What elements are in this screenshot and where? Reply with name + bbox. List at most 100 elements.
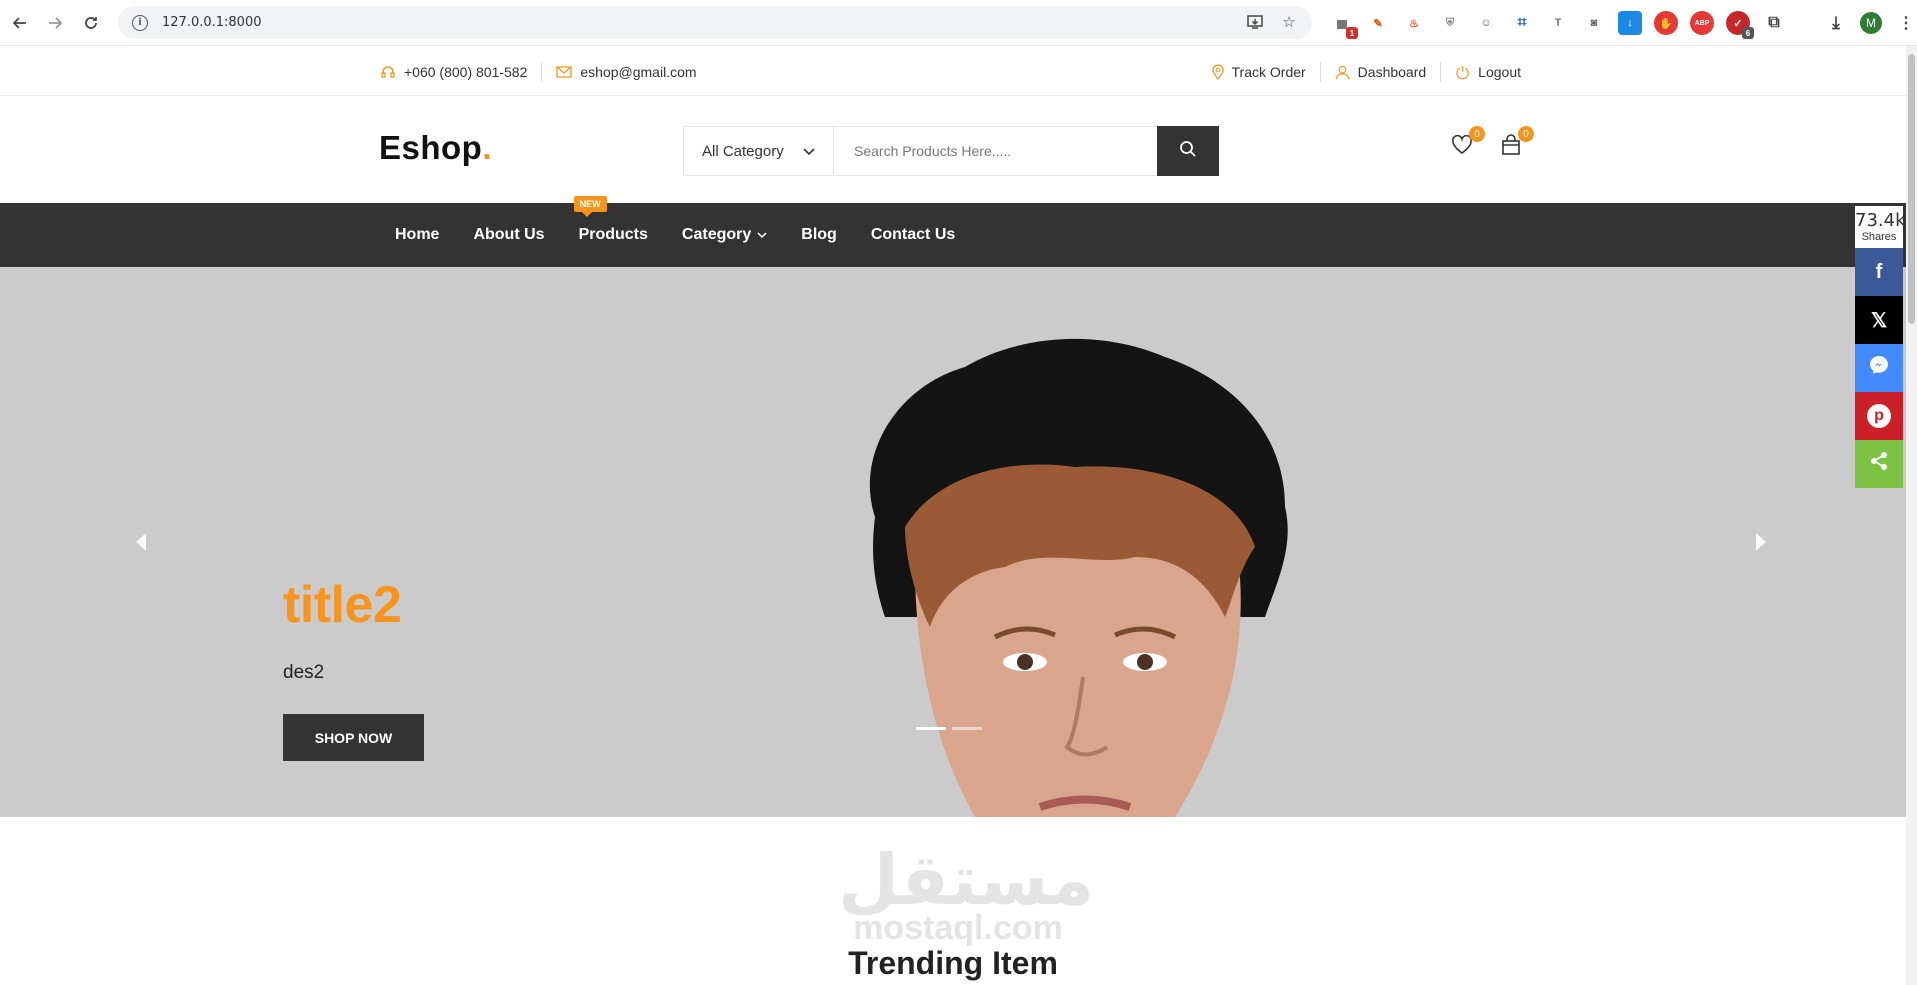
pinterest-share-button[interactable]: p bbox=[1855, 392, 1903, 440]
hero-title: title2 bbox=[283, 576, 402, 634]
email-contact[interactable]: eshop@gmail.com bbox=[556, 64, 697, 80]
nav-home-label: Home bbox=[395, 226, 440, 243]
prev-slide-arrow[interactable] bbox=[133, 529, 149, 560]
hero-model-image bbox=[869, 338, 1288, 817]
text-extension-icon[interactable]: T bbox=[1546, 11, 1570, 35]
nav-about-label: About Us bbox=[473, 226, 545, 243]
downloads-icon[interactable]: ⤓ bbox=[1824, 11, 1848, 35]
divider bbox=[1440, 62, 1442, 82]
nav-category[interactable]: Category bbox=[665, 226, 784, 244]
cart-button[interactable]: 0 bbox=[1498, 126, 1534, 160]
location-pin-icon bbox=[1211, 64, 1224, 80]
nav-products[interactable]: NEW Products bbox=[562, 196, 665, 244]
browser-toolbar: i 127.0.0.1:8000 ☆ 1 ✎ ♨ ⛨ ☺ ⌗ T ◙ ↓ ✋ A… bbox=[0, 0, 1917, 46]
address-bar[interactable]: i 127.0.0.1:8000 ☆ bbox=[118, 6, 1312, 39]
menu-kebab-icon[interactable]: ⋮ bbox=[1894, 11, 1917, 35]
divider bbox=[541, 62, 543, 82]
chevron-down-icon bbox=[757, 226, 767, 244]
mostaql-watermark: مستقل mostaql.com bbox=[838, 839, 1095, 948]
nav-home[interactable]: Home bbox=[379, 226, 456, 244]
section-title: Trending Item bbox=[848, 945, 1058, 981]
bookmark-star-icon[interactable]: ☆ bbox=[1280, 13, 1298, 31]
site-logo[interactable]: Eshop. bbox=[379, 129, 493, 167]
phone-number: +060 (800) 801-582 bbox=[404, 64, 528, 80]
next-slide-arrow[interactable] bbox=[1753, 529, 1769, 560]
hero-description: des2 bbox=[283, 662, 325, 683]
reload-icon[interactable] bbox=[73, 5, 109, 41]
share-count-number: 73.4k bbox=[1855, 210, 1906, 231]
logo-text: Eshop bbox=[379, 129, 483, 166]
face-extension-icon[interactable]: ☺ bbox=[1474, 11, 1498, 35]
envelope-icon bbox=[556, 66, 573, 78]
watermark-arabic: مستقل bbox=[838, 839, 1095, 921]
site-header: Eshop. All Category 0 0 bbox=[0, 96, 1906, 203]
adblock-icon[interactable]: ABP bbox=[1690, 11, 1714, 35]
fire-extension-icon[interactable]: ♨ bbox=[1402, 11, 1426, 35]
phone-contact[interactable]: +060 (800) 801-582 bbox=[380, 64, 527, 80]
back-icon[interactable] bbox=[2, 5, 38, 41]
camera-icon[interactable]: ◙ bbox=[1582, 11, 1606, 35]
category-select-value: All Category bbox=[702, 142, 784, 160]
forward-icon[interactable] bbox=[37, 5, 73, 41]
facebook-share-button[interactable]: f bbox=[1855, 248, 1903, 296]
page-scrollbar[interactable] bbox=[1906, 46, 1917, 985]
shield-extension-icon[interactable]: ✓ 6 bbox=[1726, 11, 1754, 39]
messenger-icon bbox=[1868, 354, 1890, 382]
install-app-icon[interactable] bbox=[1246, 13, 1264, 31]
social-share-bar: 73.4k Shares f 𝕏 p bbox=[1855, 206, 1906, 488]
nav-contact-us[interactable]: Contact Us bbox=[854, 226, 972, 244]
slide-indicator-2[interactable] bbox=[952, 727, 982, 730]
cart-count-badge: 0 bbox=[1518, 126, 1534, 142]
logo-dot: . bbox=[482, 129, 493, 166]
extension-badge: 1 bbox=[1346, 27, 1358, 39]
track-order-link[interactable]: Track Order bbox=[1211, 64, 1306, 80]
x-share-button[interactable]: 𝕏 bbox=[1855, 296, 1903, 344]
search-form: All Category bbox=[683, 126, 1219, 176]
nav-about-us[interactable]: About Us bbox=[456, 226, 561, 244]
email-address: eshop@gmail.com bbox=[580, 64, 697, 80]
logout-link[interactable]: Logout bbox=[1455, 64, 1521, 80]
search-button[interactable] bbox=[1157, 126, 1219, 176]
profile-avatar[interactable]: M bbox=[1860, 12, 1882, 34]
site-info-icon[interactable]: i bbox=[132, 14, 148, 31]
shield-icon[interactable]: ⛨ bbox=[1438, 11, 1462, 35]
nav-blog[interactable]: Blog bbox=[784, 226, 854, 244]
search-input[interactable] bbox=[834, 127, 1157, 175]
power-icon bbox=[1455, 65, 1470, 80]
puzzle-extensions-icon[interactable]: ⧉ bbox=[1762, 11, 1786, 35]
share-count-label: Shares bbox=[1861, 231, 1897, 243]
extension-icon[interactable]: 1 bbox=[1330, 11, 1358, 39]
crop-icon[interactable]: ⌗ bbox=[1510, 11, 1534, 35]
stop-extension-icon[interactable]: ✋ bbox=[1654, 11, 1678, 35]
shop-now-button[interactable]: SHOP NOW bbox=[283, 714, 424, 761]
share-count: 73.4k Shares bbox=[1855, 206, 1906, 248]
nav-blog-label: Blog bbox=[801, 226, 837, 243]
pinterest-icon: p bbox=[1867, 404, 1891, 428]
share-icon bbox=[1869, 451, 1889, 477]
new-badge: NEW bbox=[573, 196, 607, 217]
slider-indicators bbox=[916, 727, 982, 730]
nav-products-label: Products bbox=[578, 226, 648, 243]
top-info-bar: +060 (800) 801-582 eshop@gmail.com Track… bbox=[0, 46, 1906, 96]
divider bbox=[1319, 62, 1321, 82]
headset-icon bbox=[380, 64, 396, 80]
nav-contact-label: Contact Us bbox=[870, 226, 956, 243]
color-picker-icon[interactable]: ✎ bbox=[1366, 11, 1390, 35]
messenger-share-button[interactable] bbox=[1855, 344, 1903, 392]
category-select[interactable]: All Category bbox=[684, 127, 834, 175]
wishlist-count-badge: 0 bbox=[1469, 126, 1485, 142]
x-twitter-icon: 𝕏 bbox=[1870, 309, 1888, 332]
nav-category-label: Category bbox=[681, 226, 752, 243]
scrollbar-thumb[interactable] bbox=[1908, 54, 1915, 324]
logout-label: Logout bbox=[1478, 64, 1521, 80]
wishlist-button[interactable]: 0 bbox=[1449, 126, 1485, 160]
url-text[interactable]: 127.0.0.1:8000 bbox=[162, 15, 262, 30]
track-order-label: Track Order bbox=[1231, 64, 1306, 80]
slide-indicator-1[interactable] bbox=[916, 727, 946, 730]
hero-slider: title2 des2 SHOP NOW bbox=[0, 267, 1906, 817]
more-share-button[interactable] bbox=[1855, 440, 1903, 488]
download-extension-icon[interactable]: ↓ bbox=[1618, 11, 1642, 35]
dashboard-link[interactable]: Dashboard bbox=[1335, 64, 1427, 80]
main-navigation: Home About Us NEW Products Category Blog… bbox=[0, 196, 1906, 267]
dashboard-label: Dashboard bbox=[1357, 64, 1427, 80]
